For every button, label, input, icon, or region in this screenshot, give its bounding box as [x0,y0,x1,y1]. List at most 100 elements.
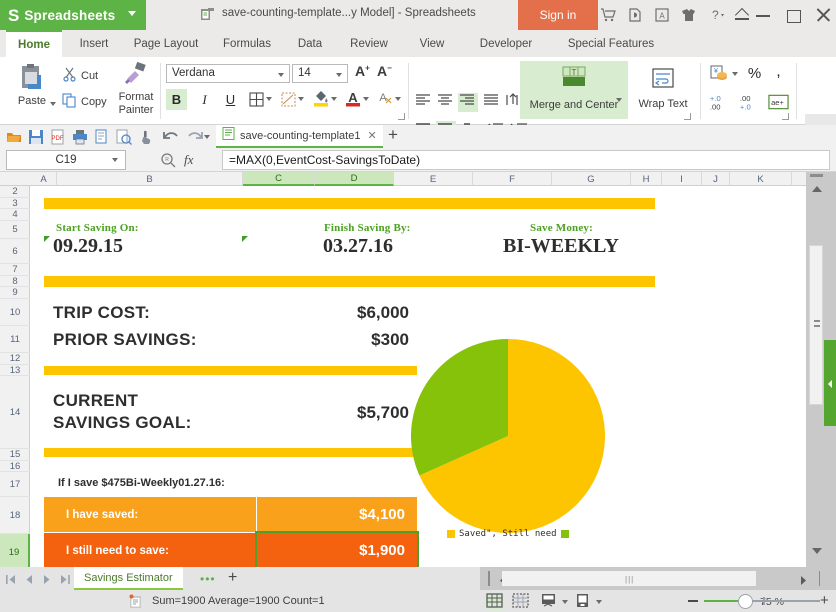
save-icon[interactable] [28,129,44,145]
row-header-16[interactable]: 16 [0,461,30,472]
increase-decimal-button[interactable]: +.0.00 [708,91,729,112]
row-header-9[interactable]: 9 [0,287,30,299]
number-format-box-button[interactable]: ae+ [768,91,789,112]
tab-data[interactable]: Data [286,30,334,57]
underline-button[interactable]: U [220,89,241,110]
accounting-chevron-down-icon[interactable] [732,72,738,76]
cut-button[interactable]: Cut [62,67,98,85]
sheet-tab-savings-estimator[interactable]: Savings Estimator [74,567,183,590]
collapse-ribbon-icon[interactable] [735,8,749,22]
cell-style-chevron-down-icon[interactable] [298,97,304,101]
font-dialog-launcher[interactable] [398,113,405,120]
close-icon[interactable] [816,8,830,22]
tab-page-layout[interactable]: Page Layout [124,30,208,57]
export-pdf-icon[interactable]: PDF [50,129,66,145]
row-header-5[interactable]: 5 [0,221,30,239]
font-size-select[interactable]: 14 [292,64,348,83]
tab-developer[interactable]: Developer [464,30,548,57]
more-sheets-icon[interactable]: ••• [200,575,216,583]
shrink-font-button[interactable]: A− [377,63,392,79]
row-header-3[interactable]: 3 [0,198,30,209]
merge-and-center-button[interactable]: T Merge and Center [520,61,628,119]
font-color-chevron-down-icon[interactable] [363,97,369,101]
split-handle[interactable] [810,174,823,177]
row-header-15[interactable]: 15 [0,449,30,461]
open-icon[interactable] [6,129,22,145]
tab-view[interactable]: View [404,30,460,57]
cell-area[interactable]: Start Saving On: 09.29.15 Finish Saving … [31,186,806,567]
align-center-button[interactable] [436,93,456,112]
feedback-icon[interactable] [627,7,643,23]
wrap-text-button[interactable]: Wrap Text [634,61,692,119]
font-color-button[interactable]: A [342,87,363,108]
column-header-c[interactable]: C [243,172,315,186]
side-panel-toggle[interactable] [824,340,836,426]
new-document-button[interactable]: + [388,128,398,142]
row-header-19[interactable]: 19 [0,534,30,571]
align-right-button[interactable] [458,93,478,112]
page-layout-icon[interactable] [540,593,557,609]
italic-button[interactable]: I [194,89,215,110]
row-header-12[interactable]: 12 [0,353,30,365]
normal-view-icon[interactable] [486,593,503,609]
borders-button[interactable] [246,89,267,110]
print-preview-icon[interactable] [94,129,110,145]
row-header-14[interactable]: 14 [0,376,30,449]
row-header-4[interactable]: 4 [0,209,30,221]
format-painter-button[interactable]: Format Painter [108,61,164,119]
font-family-chevron-down-icon[interactable] [278,73,284,77]
row-header-2[interactable]: 2 [0,186,30,198]
minimize-icon[interactable] [756,8,770,22]
column-header-j[interactable]: J [702,172,730,186]
alignment-dialog-launcher[interactable] [684,113,691,120]
prev-sheet-icon[interactable] [24,572,33,583]
scroll-up-icon[interactable] [812,186,822,192]
page-layout-chevron-down-icon[interactable] [562,600,568,604]
fill-color-chevron-down-icon[interactable] [331,97,337,101]
tab-formulas[interactable]: Formulas [212,30,282,57]
grow-font-button[interactable]: A+ [355,63,370,79]
formula-input[interactable]: =MAX(0,EventCost-SavingsToDate) [222,150,830,170]
savings-pie-chart[interactable]: Saved", Still need [403,311,623,561]
print-icon[interactable] [72,129,88,145]
name-box[interactable]: C19 [6,150,126,170]
column-header-b[interactable]: B [57,172,243,186]
row-header-8[interactable]: 8 [0,276,30,287]
row-header-10[interactable]: 10 [0,299,30,326]
column-header-h[interactable]: H [631,172,662,186]
undo-icon[interactable] [162,129,178,145]
bold-button[interactable]: B [166,89,187,110]
redo-icon[interactable] [186,129,202,145]
close-icon[interactable]: ✕ [367,129,376,142]
cart-icon[interactable] [600,7,616,23]
copy-button[interactable]: Copy [62,93,107,111]
chevron-down-icon[interactable] [128,11,136,16]
reading-layout-chevron-down-icon[interactable] [596,600,602,604]
column-header-f[interactable]: F [473,172,552,186]
column-header-i[interactable]: I [662,172,702,186]
scroll-down-icon[interactable] [812,548,822,554]
font-size-chevron-down-icon[interactable] [336,73,342,77]
brand-tab[interactable]: S Spreadsheets [0,0,146,30]
next-sheet-icon[interactable] [42,572,51,583]
tab-home[interactable]: Home [6,30,62,57]
clear-format-button[interactable]: A [374,87,395,108]
name-box-chevron-down-icon[interactable] [112,158,118,162]
borders-chevron-down-icon[interactable] [266,97,272,101]
fill-color-button[interactable] [310,87,331,108]
column-header-g[interactable]: G [552,172,631,186]
row-header-7[interactable]: 7 [0,264,30,276]
row-header-11[interactable]: 11 [0,326,30,353]
touch-icon[interactable] [138,129,154,145]
active-cell-selection[interactable] [255,531,419,567]
row-header-13[interactable]: 13 [0,365,30,376]
help-icon[interactable]: ? [708,7,724,23]
align-left-button[interactable] [414,93,434,112]
hscroll-right-arrow-icon[interactable] [798,573,808,591]
column-header-e[interactable]: E [394,172,473,186]
number-dialog-launcher[interactable] [782,113,789,120]
cell-style-button[interactable] [278,89,299,110]
paste-chevron-down-icon[interactable] [50,102,56,106]
paste-button[interactable]: Paste [6,61,58,119]
accounting-format-button[interactable]: ¥ [708,63,729,84]
